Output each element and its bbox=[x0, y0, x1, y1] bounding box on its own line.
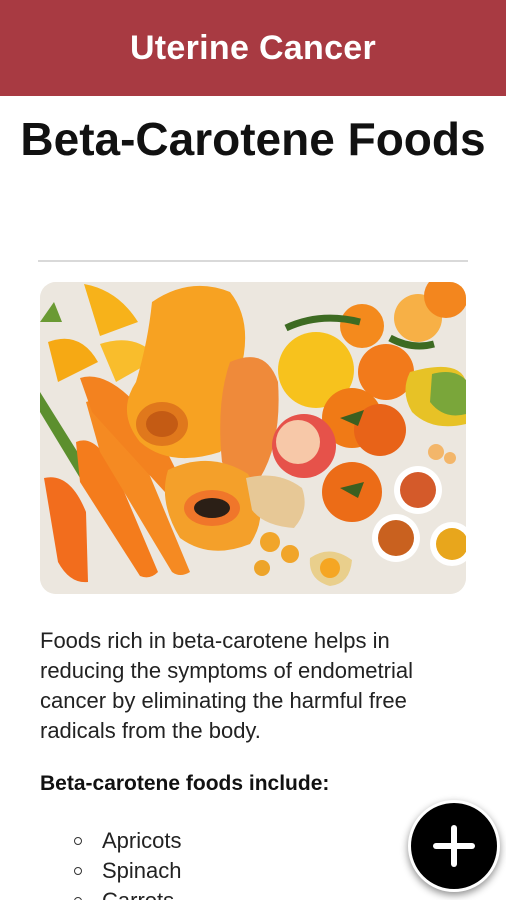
beta-carotene-foods-image bbox=[40, 282, 466, 594]
article-content[interactable]: Beta-Carotene Foods Foods rich in beta-c… bbox=[0, 96, 506, 900]
intro-paragraph: Foods rich in beta-carotene helps in red… bbox=[40, 628, 413, 743]
list-item: Apricots bbox=[40, 826, 182, 856]
add-button[interactable] bbox=[408, 800, 500, 892]
list-item-label: Carrots bbox=[102, 888, 174, 900]
page-title: Beta-Carotene Foods bbox=[20, 113, 486, 165]
list-item-label: Apricots bbox=[102, 828, 182, 853]
bullet-icon bbox=[74, 867, 82, 875]
app-bar-title: Uterine Cancer bbox=[129, 28, 377, 67]
plus-icon bbox=[433, 825, 475, 867]
food-list: Apricots Spinach Carrots bbox=[40, 826, 182, 900]
list-item: Spinach bbox=[40, 856, 182, 886]
list-item-label: Spinach bbox=[102, 858, 182, 883]
list-heading: Beta-carotene foods include: bbox=[40, 772, 330, 795]
bullet-icon bbox=[74, 837, 82, 845]
app-bar: Uterine Cancer bbox=[0, 0, 506, 96]
title-divider bbox=[38, 260, 468, 262]
list-item: Carrots bbox=[40, 886, 182, 900]
